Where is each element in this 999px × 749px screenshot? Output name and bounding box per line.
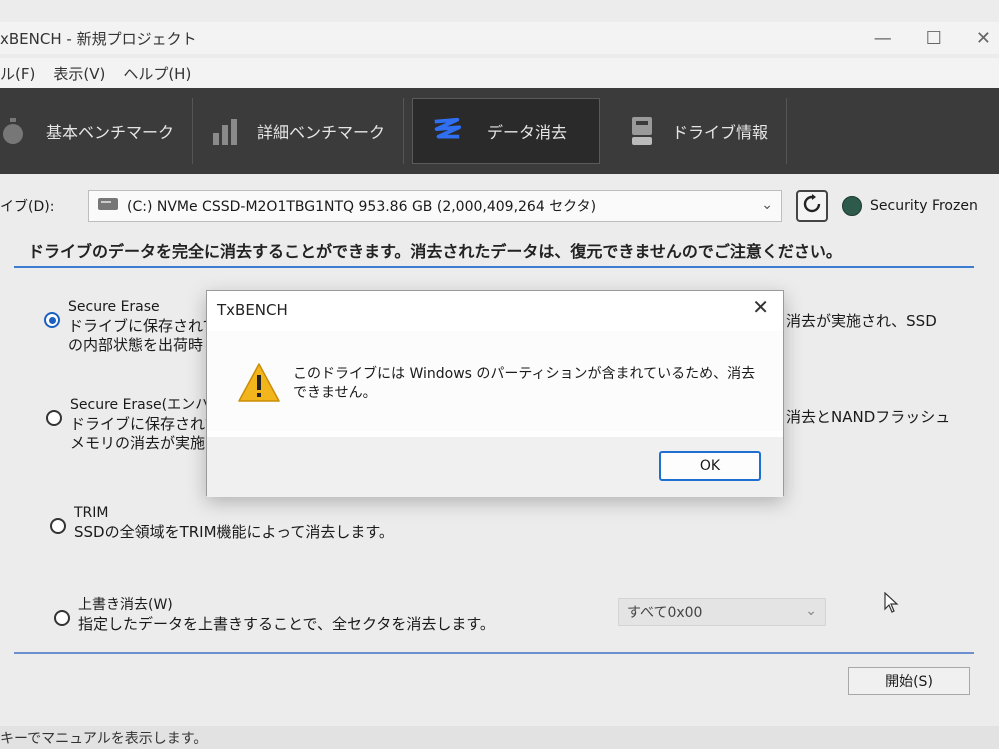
tab-drive-info-label: ドライブ情報 [672, 123, 769, 142]
divider-top [14, 266, 974, 268]
option-trim-desc: SSDの全領域をTRIM機能によって消去します。 [74, 523, 394, 541]
mouse-cursor-icon [884, 592, 899, 613]
drive-select[interactable]: (C:) NVMe CSSD-M2O1TBG1NTQ 953.86 GB (2,… [88, 190, 782, 222]
dialog-message: このドライブには Windows のパーティションが含まれているため、消去できま… [293, 366, 756, 401]
dialog-title: TxBENCH [217, 301, 288, 319]
menu-help[interactable]: ヘルプ(H) [123, 63, 191, 84]
tab-data-erase[interactable]: データ消去 [412, 98, 601, 164]
dialog-close-button[interactable]: ✕ [752, 295, 769, 319]
overwrite-pattern-value: すべて0x00 [627, 605, 703, 621]
window-title: xBENCH - 新規プロジェクト [0, 29, 197, 48]
security-status: Security Frozen [842, 196, 978, 216]
stopwatch-icon [0, 115, 32, 147]
drive-row: イブ(D): (C:) NVMe CSSD-M2O1TBG1NTQ 953.86… [0, 186, 999, 226]
start-button[interactable]: 開始(S) [848, 667, 970, 695]
option-secure-erase-desc-right: 消去が実施され、SSD [786, 312, 937, 330]
option-secure-erase-enhanced[interactable]: Secure Erase(エンハ ドライブに保存されて メモリの消去が実施さ [46, 396, 220, 453]
dialog-body: このドライブには Windows のパーティションが含まれているため、消去できま… [207, 331, 783, 431]
radio-overwrite[interactable] [54, 610, 70, 626]
drive-info-icon [626, 115, 658, 147]
maximize-button[interactable]: ☐ [926, 28, 942, 49]
option-trim[interactable]: TRIM SSDの全領域をTRIM機能によって消去します。 [50, 504, 394, 542]
warning-icon [238, 363, 280, 402]
option-secure-erase-desc-2: の内部状態を出荷時 [68, 336, 204, 354]
menu-file[interactable]: ル(F) [0, 63, 35, 84]
radio-secure-erase[interactable] [44, 312, 60, 328]
title-bar: xBENCH - 新規プロジェクト — ☐ ✕ [0, 22, 999, 54]
radio-secure-erase-enhanced[interactable] [46, 410, 62, 426]
status-bar-text: キーでマニュアルを表示します。 [0, 730, 208, 747]
option-overwrite-name: 上書き消去(W) [78, 597, 173, 613]
tab-detail-benchmark[interactable]: 詳細ベンチマーク [193, 98, 405, 164]
ok-button[interactable]: OK [659, 451, 761, 481]
drive-label: イブ(D): [0, 199, 55, 215]
tab-data-erase-label: データ消去 [487, 123, 568, 142]
refresh-icon [802, 194, 822, 218]
security-status-label: Security Frozen [870, 198, 978, 214]
drive-select-value: (C:) NVMe CSSD-M2O1TBG1NTQ 953.86 GB (2,… [127, 199, 597, 215]
warning-dialog: TxBENCH ✕ このドライブには Windows のパーティションが含まれて… [206, 290, 784, 497]
divider-bottom [14, 652, 974, 654]
status-bar: キーでマニュアルを表示します。 [0, 726, 999, 749]
window-controls: — ☐ ✕ [874, 22, 991, 54]
drive-icon [97, 196, 119, 216]
tab-detail-benchmark-label: 詳細ベンチマーク [257, 123, 386, 142]
tab-drive-info[interactable]: ドライブ情報 [608, 98, 788, 164]
radio-trim[interactable] [50, 518, 66, 534]
option-secure-erase[interactable]: Secure Erase ドライブに保存されて の内部状態を出荷時 [44, 298, 218, 355]
option-secure-erase-desc-1: ドライブに保存されて [68, 317, 218, 335]
refresh-button[interactable] [796, 190, 828, 222]
chevron-down-icon: ⌄ [761, 197, 773, 213]
erase-icon [431, 115, 463, 147]
menu-bar: ル(F) 表示(V) ヘルプ(H) [0, 58, 999, 88]
option-overwrite[interactable]: 上書き消去(W) 指定したデータを上書きすることで、全セクタを消去します。 [54, 596, 495, 634]
tab-basic-benchmark[interactable]: 基本ベンチマーク [0, 98, 194, 164]
minimize-button[interactable]: — [874, 28, 892, 49]
option-secure-erase-enhanced-name: Secure Erase(エンハ [70, 397, 210, 413]
option-secure-erase-enhanced-desc-2: メモリの消去が実施さ [70, 434, 221, 452]
main-toolbar: 基本ベンチマーク 詳細ベンチマーク データ消去 ドライブ情報 [0, 88, 999, 174]
chevron-down-icon: ⌄ [805, 603, 817, 619]
option-secure-erase-enhanced-desc-right: 消去とNANDフラッシュ [786, 408, 951, 426]
erase-notice: ドライブのデータを完全に消去することができます。消去されたデータは、復元できませ… [28, 242, 842, 261]
menu-view[interactable]: 表示(V) [53, 63, 105, 84]
close-window-button[interactable]: ✕ [976, 28, 991, 49]
tab-basic-benchmark-label: 基本ベンチマーク [46, 123, 175, 142]
option-overwrite-desc: 指定したデータを上書きすることで、全セクタを消去します。 [78, 615, 495, 633]
dialog-footer: OK [207, 437, 783, 497]
option-secure-erase-enhanced-desc-1: ドライブに保存されて [70, 415, 220, 433]
overwrite-pattern-select[interactable]: すべて0x00 ⌄ [618, 598, 826, 626]
security-indicator-icon [842, 196, 862, 216]
app-window: xBENCH - 新規プロジェクト — ☐ ✕ ル(F) 表示(V) ヘルプ(H… [0, 0, 999, 749]
option-trim-name: TRIM [74, 505, 109, 521]
option-secure-erase-name: Secure Erase [68, 299, 160, 315]
bar-chart-icon [211, 115, 243, 147]
